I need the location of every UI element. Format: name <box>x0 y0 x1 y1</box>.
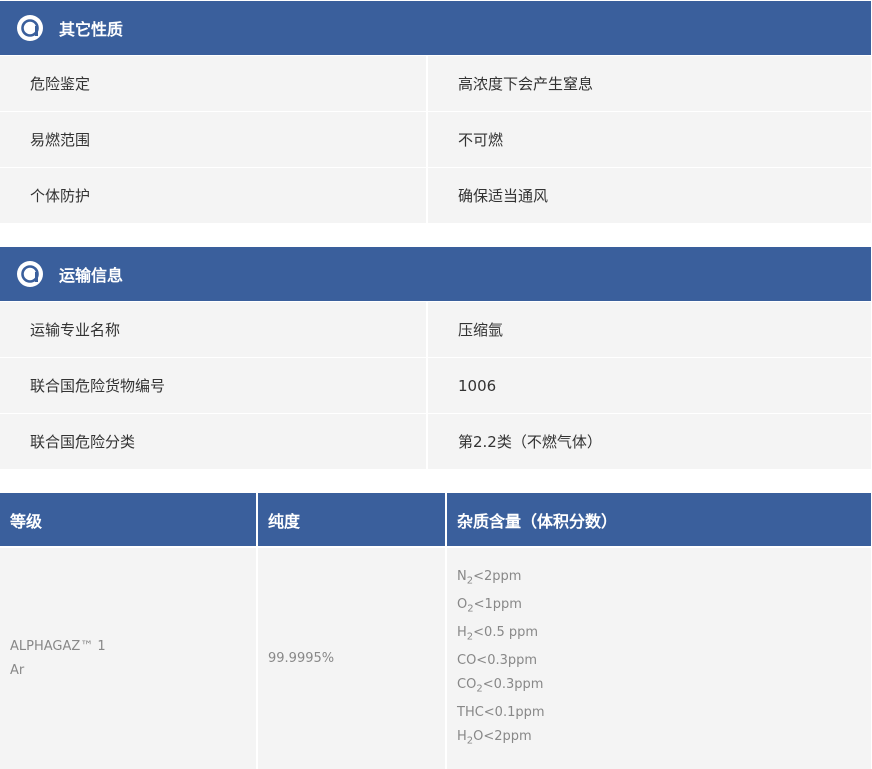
section-title: 其它性质 <box>59 20 124 39</box>
header-impurities: 杂质含量（体积分数） <box>445 493 871 546</box>
table-row: ALPHAGAZ™ 1 Ar 99.9995% N2<2ppm O2<1ppm … <box>0 548 871 769</box>
impurities-cell: N2<2ppm O2<1ppm H2<0.5 ppm CO<0.3ppm CO2… <box>447 548 871 769</box>
grade-cell: ALPHAGAZ™ 1 Ar <box>0 548 256 769</box>
transport-header: 运输信息 <box>0 247 871 301</box>
table-row: 危险鉴定 高浓度下会产生窒息 <box>0 56 871 111</box>
purity-cell: 99.9995% <box>258 548 445 769</box>
row-label: 危险鉴定 <box>0 56 426 111</box>
impurity-item: O2<1ppm <box>457 597 522 615</box>
table-row: 联合国危险货物编号 1006 <box>0 358 871 413</box>
row-label: 易燃范围 <box>0 112 426 167</box>
row-label: 运输专业名称 <box>0 302 426 357</box>
header-grade: 等级 <box>10 511 43 531</box>
row-value: 不可燃 <box>428 112 871 167</box>
row-value: 第2.2类（不燃气体） <box>428 414 871 469</box>
transport-section: 运输信息 运输专业名称 压缩氩 联合国危险货物编号 1006 联合国危险分类 第… <box>0 247 871 469</box>
impurity-item: N2<2ppm <box>457 569 522 587</box>
impurity-item: CO<0.3ppm <box>457 653 538 668</box>
impurity-item: CO2<0.3ppm <box>457 677 544 695</box>
brand-logo-icon <box>17 15 43 41</box>
row-value: 高浓度下会产生窒息 <box>428 56 871 111</box>
grade-table: 等级 纯度 杂质含量（体积分数） ALPHAGAZ™ 1 Ar 99.9995%… <box>0 493 871 769</box>
row-value: 确保适当通风 <box>428 168 871 223</box>
impurity-item: H2O<2ppm <box>457 729 532 747</box>
grade-name: ALPHAGAZ™ 1 <box>10 638 106 654</box>
brand-logo-icon <box>17 261 43 287</box>
header-purity: 纯度 <box>256 493 445 546</box>
impurity-item: H2<0.5 ppm <box>457 625 539 643</box>
table-row: 运输专业名称 压缩氩 <box>0 302 871 357</box>
row-value: 1006 <box>428 358 871 413</box>
impurity-item: THC<0.1ppm <box>457 705 545 720</box>
grade-table-header: 等级 纯度 杂质含量（体积分数） <box>0 493 871 546</box>
other-properties-header: 其它性质 <box>0 1 871 55</box>
grade-gas: Ar <box>10 662 25 678</box>
row-value: 压缩氩 <box>428 302 871 357</box>
section-title: 运输信息 <box>59 266 124 285</box>
table-row: 个体防护 确保适当通风 <box>0 168 871 223</box>
table-row: 联合国危险分类 第2.2类（不燃气体） <box>0 414 871 469</box>
other-properties-section: 其它性质 危险鉴定 高浓度下会产生窒息 易燃范围 不可燃 个体防护 确保适当通风 <box>0 1 871 223</box>
row-label: 联合国危险货物编号 <box>0 358 426 413</box>
purity-value: 99.9995% <box>268 651 335 666</box>
row-label: 个体防护 <box>0 168 426 223</box>
row-label: 联合国危险分类 <box>0 414 426 469</box>
table-row: 易燃范围 不可燃 <box>0 112 871 167</box>
